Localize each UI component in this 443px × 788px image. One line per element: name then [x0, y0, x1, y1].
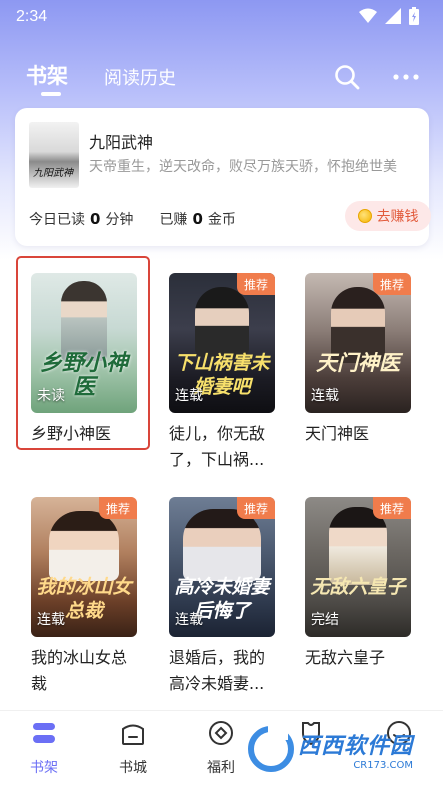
site-watermark: 西西软件园 CR173.COM [248, 720, 438, 778]
battery-icon [409, 7, 419, 25]
tab-active-indicator [41, 92, 61, 96]
book-title[interactable]: 退婚后，我的高冷未婚妻... [169, 645, 277, 697]
status-bar: 2:34 [0, 0, 443, 34]
tab-reading-history[interactable]: 阅读历史 [104, 64, 176, 90]
book-title[interactable]: 我的冰山女总裁 [31, 645, 139, 697]
earn-money-button[interactable]: 去赚钱 [345, 201, 431, 231]
tab-bookshelf[interactable]: 书架 [14, 719, 74, 777]
bookshelf-icon [33, 723, 55, 743]
recommend-badge: 推荐 [237, 273, 275, 295]
book-title[interactable]: 天门神医 [305, 421, 413, 447]
earn-money-label: 去赚钱 [376, 209, 419, 225]
tab-bookstore[interactable]: 书城 [103, 719, 163, 777]
earned-unit: 金币 [207, 212, 236, 228]
welfare-icon [209, 721, 233, 745]
earned-label: 已赚 [159, 212, 188, 228]
earned-value: 0 [192, 210, 203, 228]
recent-book-title[interactable]: 九阳武神 [89, 129, 153, 153]
status-icons [359, 7, 419, 25]
book-item[interactable]: 高冷未婚妻后悔了 推荐 连载 退婚后，我的高冷未婚妻... [169, 497, 277, 697]
recommend-badge: 推荐 [373, 273, 411, 295]
book-item[interactable]: 下山祸害未婚妻吧 推荐 连载 徒儿，你无敌了，下山祸... [169, 273, 277, 473]
book-title[interactable]: 徒儿，你无敌了，下山祸... [169, 421, 277, 473]
book-cover[interactable]: 我的冰山女总裁 推荐 连载 [31, 497, 137, 637]
recommend-badge: 推荐 [99, 497, 137, 519]
book-cover[interactable]: 无敌六皇子 推荐 完结 [305, 497, 411, 637]
book-item[interactable]: 无敌六皇子 推荐 完结 无敌六皇子 [305, 497, 413, 671]
book-cover-title: 天门神医 [316, 350, 400, 375]
search-icon[interactable] [334, 64, 360, 90]
book-cover[interactable]: 高冷未婚妻后悔了 推荐 连载 [169, 497, 275, 637]
book-status-tag: 连载 [37, 612, 65, 628]
book-status-tag: 连载 [175, 612, 203, 628]
read-today-label: 今日已读 [29, 212, 85, 228]
tab-bookshelf-label: 书架 [30, 760, 58, 776]
read-today-unit: 分钟 [105, 212, 134, 228]
recent-book-cover[interactable]: 九阳武神 [29, 122, 79, 188]
watermark-text: 西西软件园 [298, 733, 414, 759]
book-cover[interactable]: 下山祸害未婚妻吧 推荐 连载 [169, 273, 275, 413]
watermark-subtext: CR173.COM [353, 759, 414, 771]
tab-welfare[interactable]: 福利 [191, 719, 251, 777]
read-today-value: 0 [90, 210, 101, 228]
recent-reading-card[interactable]: 九阳武神 九阳武神 天帝重生，逆天改命，败尽万族天骄，怀抱绝世美 今日已读 0 … [15, 108, 431, 246]
top-nav: 书架 阅读历史 [0, 54, 443, 98]
book-title[interactable]: 无敌六皇子 [305, 645, 413, 671]
more-icon[interactable] [391, 64, 421, 90]
coin-icon [357, 209, 372, 223]
tab-shelf[interactable]: 书架 [26, 60, 68, 90]
book-item[interactable]: 天门神医 推荐 连载 天门神医 [305, 273, 413, 447]
wifi-icon [359, 8, 377, 23]
book-status-tag: 连载 [175, 388, 203, 404]
status-time: 2:34 [16, 8, 48, 25]
signal-icon [385, 8, 401, 24]
bookstore-icon [122, 724, 144, 745]
book-cover[interactable]: 天门神医 推荐 连载 [305, 273, 411, 413]
recent-book-description: 天帝重生，逆天改命，败尽万族天骄，怀抱绝世美 [89, 159, 397, 175]
tab-bookstore-label: 书城 [119, 760, 147, 776]
watermark-logo-icon [248, 726, 294, 772]
recent-cover-title: 九阳武神 [33, 168, 73, 179]
book-status-tag: 完结 [311, 612, 339, 628]
recommend-badge: 推荐 [237, 497, 275, 519]
selection-highlight [16, 256, 150, 450]
reading-stats: 今日已读 0 分钟 已赚 0 金币 [29, 209, 236, 229]
book-item[interactable]: 我的冰山女总裁 推荐 连载 我的冰山女总裁 [31, 497, 139, 697]
book-cover-title: 无敌六皇子 [310, 576, 406, 598]
tab-welfare-label: 福利 [207, 760, 235, 776]
book-status-tag: 连载 [311, 388, 339, 404]
recommend-badge: 推荐 [373, 497, 411, 519]
